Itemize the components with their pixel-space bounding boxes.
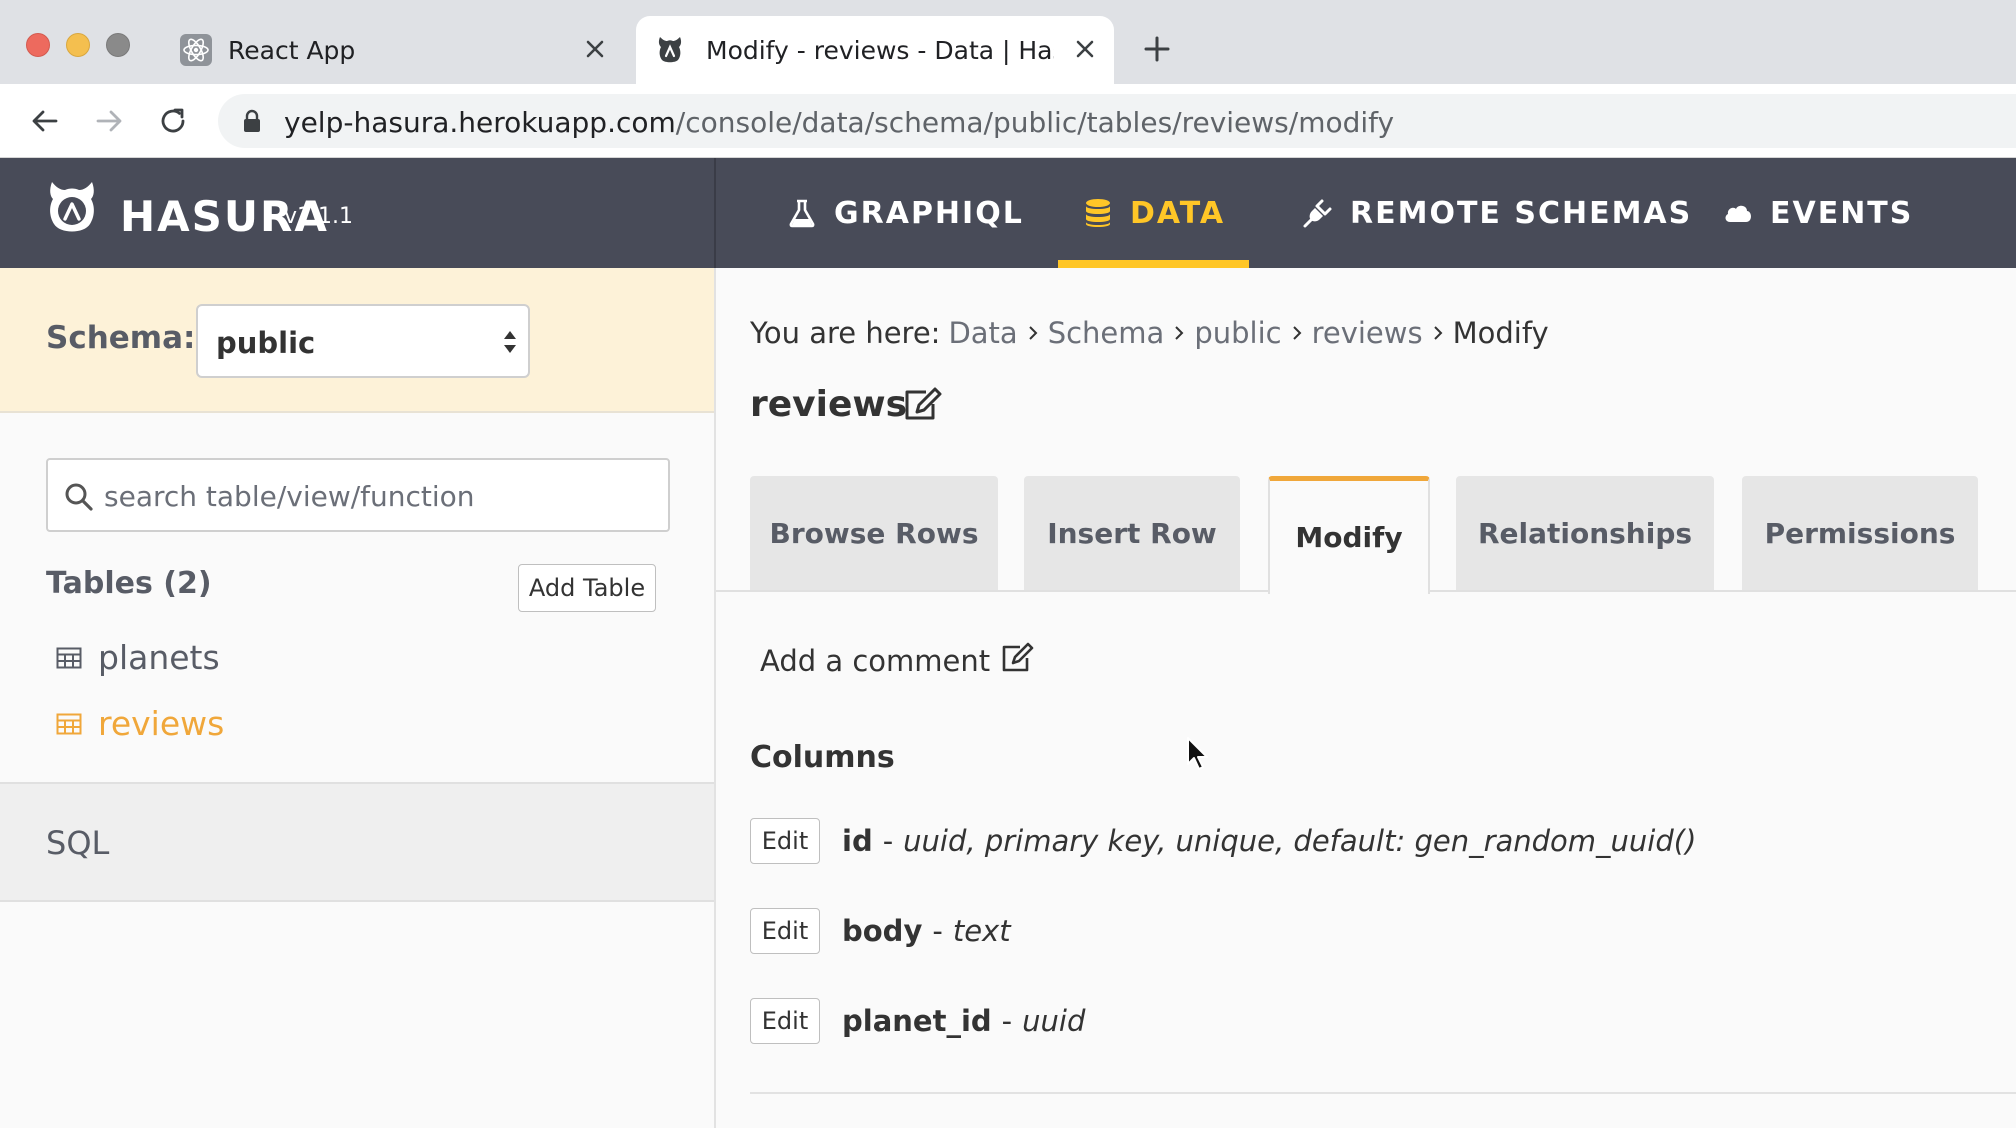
mouse-pointer-icon [1187, 737, 1208, 770]
chevron-right-icon [1028, 326, 1038, 340]
column-type: uuid, primary key, unique, default: gen_… [903, 824, 1697, 858]
sidebar-table-label: planets [98, 638, 220, 677]
add-table-button[interactable]: Add Table [518, 564, 656, 612]
column-type: text [952, 914, 1011, 948]
page-title: reviews [750, 384, 908, 425]
edit-comment-icon[interactable] [1000, 642, 1034, 674]
nav-graphiql[interactable]: GRAPHIQL [786, 158, 1024, 268]
search-icon [65, 483, 93, 511]
header-divider [714, 158, 716, 268]
schema-select[interactable]: public [196, 304, 530, 378]
breadcrumb-current: Modify [1452, 316, 1549, 350]
url-text: yelp-hasura.herokuapp.com/console/data/s… [284, 106, 1394, 139]
column-name: planet_id [842, 1004, 992, 1038]
column-name: id [842, 824, 873, 858]
schema-label: Schema: [46, 320, 196, 356]
tables-heading: Tables (2) [46, 566, 212, 601]
column-type: uuid [1022, 1004, 1086, 1038]
column-row: Edit id - uuid, primary key, unique, def… [750, 818, 1696, 864]
breadcrumb-data[interactable]: Data [948, 316, 1017, 350]
tab-title: Modify - reviews - Data | Hasura [706, 36, 1054, 65]
column-row: Edit body - text [750, 908, 1011, 954]
flask-icon [789, 199, 815, 228]
tab-relationships[interactable]: Relationships [1456, 476, 1714, 590]
edit-column-button[interactable]: Edit [750, 818, 820, 864]
schema-select-value: public [216, 326, 316, 360]
table-tabs: Browse Rows Insert Row Modify Relationsh… [716, 476, 2016, 652]
breadcrumb-schema[interactable]: Schema [1048, 316, 1165, 350]
browser-tab-bar: React App Modify - reviews - Data | Hasu… [0, 0, 2016, 84]
edit-column-button[interactable]: Edit [750, 908, 820, 954]
columns-heading: Columns [750, 740, 895, 775]
nav-remote-schemas[interactable]: REMOTE SCHEMAS [1302, 158, 1692, 268]
sidebar-table-label: reviews [98, 704, 225, 743]
react-icon [180, 34, 212, 66]
version-label: v1.1.1 [284, 204, 353, 229]
url-host: yelp-hasura.herokuapp.com [284, 106, 676, 139]
table-icon [56, 713, 82, 734]
reload-icon[interactable] [156, 104, 190, 138]
tab-insert-row[interactable]: Insert Row [1024, 476, 1240, 590]
back-arrow-icon[interactable] [28, 104, 62, 138]
select-arrows-icon [504, 331, 516, 353]
cloud-icon [1725, 205, 1751, 222]
tab-title: React App [228, 36, 356, 65]
forward-arrow-icon[interactable] [92, 104, 126, 138]
edit-column-button[interactable]: Edit [750, 998, 820, 1044]
lock-icon [244, 109, 260, 132]
close-icon[interactable] [582, 36, 608, 62]
table-search[interactable] [46, 458, 670, 532]
sidebar-sql-link[interactable]: SQL [0, 782, 714, 902]
nav-data-label: DATA [1130, 195, 1226, 231]
browser-tab-hasura[interactable]: Modify - reviews - Data | Hasura [636, 16, 1114, 84]
breadcrumb-prefix: You are here: [750, 316, 941, 350]
new-tab-plus-icon[interactable] [1142, 34, 1172, 64]
app-header: HASURA v1.1.1 GRAPHIQL DATA REMOTE SCHEM… [0, 158, 2016, 268]
nav-data[interactable]: DATA [1058, 158, 1250, 268]
window-close-button[interactable] [26, 33, 50, 57]
schema-selector-panel: Schema: public [0, 268, 714, 413]
tab-browse-rows[interactable]: Browse Rows [750, 476, 998, 590]
plug-icon [1303, 199, 1332, 228]
nav-remote-schemas-label: REMOTE SCHEMAS [1350, 195, 1693, 231]
window-minimize-button[interactable] [66, 33, 90, 57]
close-icon[interactable] [1072, 36, 1098, 62]
browser-address-bar: yelp-hasura.herokuapp.com/console/data/s… [0, 84, 2016, 158]
column-separator: - [932, 914, 943, 948]
nav-events[interactable]: EVENTS [1722, 158, 1913, 268]
sidebar: Schema: public Tables (2) Add Table plan… [0, 268, 716, 1128]
chevron-right-icon [1433, 326, 1443, 340]
tab-modify[interactable]: Modify [1268, 476, 1430, 594]
column-separator: - [882, 824, 894, 858]
url-path: /console/data/schema/public/tables/revie… [675, 106, 1395, 139]
sidebar-table-reviews[interactable]: reviews [56, 704, 224, 743]
table-icon [56, 647, 82, 668]
search-input[interactable] [104, 474, 654, 518]
section-divider [750, 1092, 2016, 1094]
main-content: You are here: Data Schema public reviews… [716, 268, 2016, 1128]
hasura-icon [658, 37, 682, 63]
database-icon [1086, 199, 1110, 227]
tab-permissions[interactable]: Permissions [1742, 476, 1978, 590]
browser-tab-react-app[interactable]: React App [162, 16, 624, 84]
hasura-logo-icon[interactable] [44, 180, 100, 244]
edit-table-name-icon[interactable] [902, 386, 942, 422]
chevron-right-icon [1175, 326, 1184, 340]
breadcrumb-public[interactable]: public [1194, 316, 1281, 350]
column-row: Edit planet_id - uuid [750, 998, 1085, 1044]
breadcrumb: You are here: Data Schema public reviews… [750, 316, 1549, 350]
column-name: body [842, 914, 923, 948]
sql-label: SQL [46, 824, 110, 862]
nav-graphiql-label: GRAPHIQL [834, 195, 1024, 231]
sidebar-table-planets[interactable]: planets [56, 638, 220, 677]
window-zoom-button[interactable] [106, 33, 130, 57]
chevron-right-icon [1292, 326, 1301, 340]
column-separator: - [1001, 1004, 1013, 1038]
breadcrumb-reviews[interactable]: reviews [1312, 316, 1423, 350]
add-comment-label: Add a comment [760, 644, 991, 678]
nav-events-label: EVENTS [1770, 195, 1914, 231]
url-field[interactable]: yelp-hasura.herokuapp.com/console/data/s… [218, 94, 2016, 148]
